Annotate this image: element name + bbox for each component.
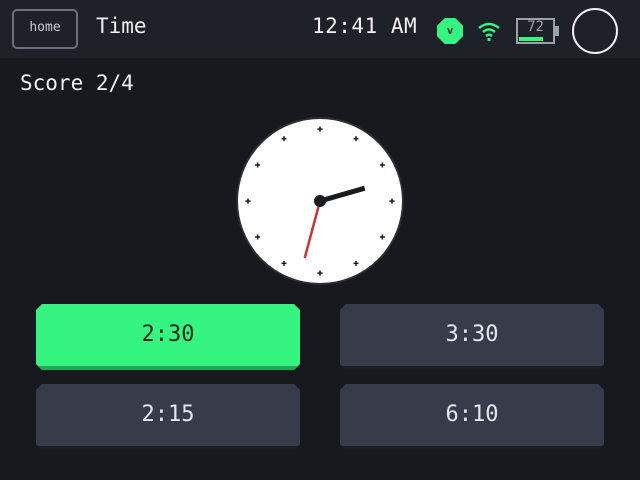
clock-center (314, 195, 326, 207)
battery-icon: 72 (516, 18, 555, 44)
v-badge-icon: v (437, 18, 463, 44)
app-screen: home Time 12:41 AM v 72 Score 2/4 2:30 3… (0, 0, 640, 480)
top-bar: home Time 12:41 AM v 72 (0, 0, 640, 58)
answer-button-3[interactable]: 2:15 (36, 384, 300, 450)
power-circle-icon[interactable] (572, 8, 618, 54)
clock-face-icon (236, 117, 404, 285)
score-text: Score 2/4 (20, 71, 134, 95)
answer-button-2[interactable]: 3:30 (340, 304, 604, 370)
battery-level-text: 72 (527, 19, 544, 35)
status-time: 12:41 AM (312, 14, 418, 38)
wifi-icon (478, 22, 500, 41)
answer-button-1[interactable]: 2:30 (36, 304, 300, 370)
home-button[interactable]: home (12, 9, 78, 49)
battery-nub (555, 26, 559, 36)
battery-fill (519, 37, 543, 41)
app-title: Time (96, 14, 147, 38)
answer-button-4[interactable]: 6:10 (340, 384, 604, 450)
